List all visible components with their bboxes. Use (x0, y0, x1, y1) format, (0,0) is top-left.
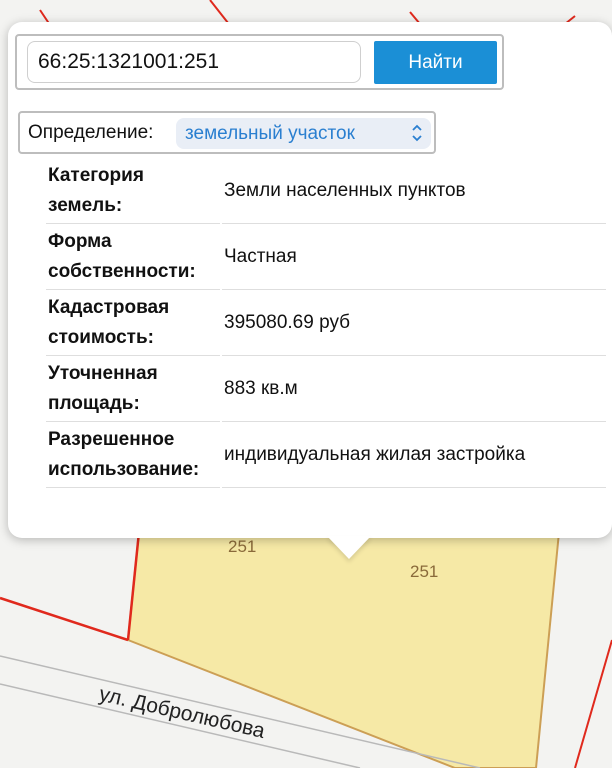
table-row: Разрешенное использование: индивидуальная… (46, 421, 606, 488)
definition-selected-value: земельный участок (185, 123, 355, 144)
row-value: индивидуальная жилая застройка (222, 421, 606, 488)
row-value: Частная (222, 223, 606, 290)
table-row: Категория земель: Земли населенных пункто… (46, 158, 606, 224)
row-key: Категория земель: (46, 158, 220, 224)
parcel-label: 251 (228, 537, 256, 556)
row-key: Уточненная площадь: (46, 355, 220, 422)
cadastral-number-input[interactable] (27, 41, 361, 83)
definition-label: Определение: (28, 122, 154, 143)
table-row: Уточненная площадь: 883 кв.м (46, 355, 606, 422)
parcel-info-table: Категория земель: Земли населенных пункто… (46, 158, 606, 488)
chevron-updown-icon (412, 124, 422, 142)
search-bar: Найти (15, 34, 504, 90)
row-key: Форма собственности: (46, 223, 220, 290)
row-key: Кадастровая стоимость: (46, 289, 220, 356)
definition-select[interactable]: земельный участок (176, 118, 431, 149)
row-value: 883 кв.м (222, 355, 606, 422)
table-row: Кадастровая стоимость: 395080.69 руб (46, 289, 606, 356)
parcel-label: 251 (410, 562, 438, 581)
definition-bar: Определение: земельный участок (18, 111, 436, 154)
row-value: 395080.69 руб (222, 289, 606, 356)
row-key: Разрешенное использование: (46, 421, 220, 488)
popup-pointer (327, 536, 371, 559)
find-button[interactable]: Найти (374, 41, 497, 84)
table-row: Форма собственности: Частная (46, 223, 606, 290)
row-value: Земли населенных пунктов (222, 158, 606, 224)
